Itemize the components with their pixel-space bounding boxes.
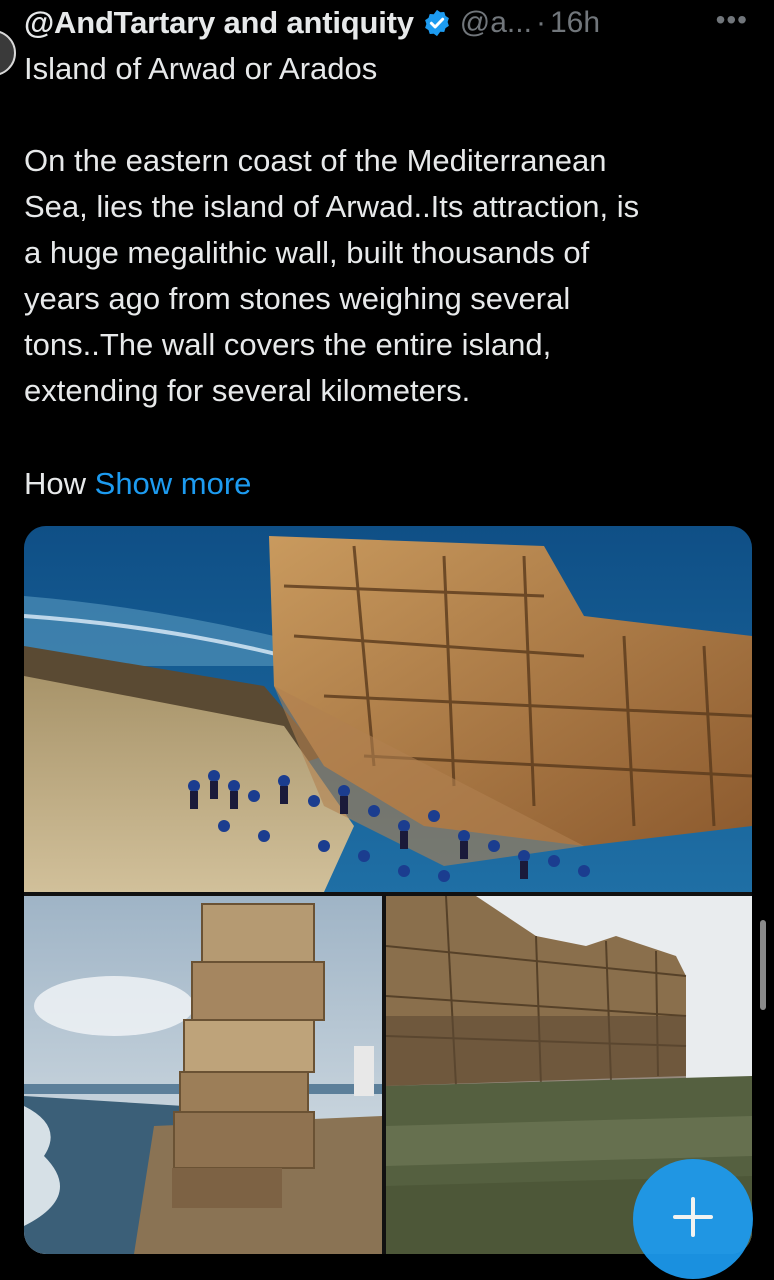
post-timestamp[interactable]: 16h bbox=[550, 6, 600, 40]
post-body-line: Sea, lies the island of Arwad..Its attra… bbox=[24, 189, 640, 224]
verified-badge-icon bbox=[422, 8, 452, 38]
post-body-line: tons..The wall covers the entire island, bbox=[24, 327, 552, 362]
compose-button[interactable] bbox=[633, 1159, 753, 1279]
truncated-word: How bbox=[24, 466, 95, 501]
post-title: Island of Arwad or Arados bbox=[24, 51, 378, 86]
photo-megalithic-wall-with-crowd[interactable] bbox=[24, 526, 752, 892]
header-separator: · bbox=[535, 6, 546, 39]
post-body-line: On the eastern coast of the Mediterranea… bbox=[24, 143, 607, 178]
author-name[interactable]: @AndTartary and antiquity bbox=[24, 5, 414, 41]
post-body-line: years ago from stones weighing several bbox=[24, 281, 571, 316]
show-more-link[interactable]: Show more bbox=[95, 466, 252, 501]
author-handle[interactable]: @a... bbox=[460, 6, 532, 40]
post-body-line: extending for several kilometers. bbox=[24, 373, 471, 408]
post-header: @AndTartary and antiquity @a... · 16h bbox=[24, 0, 762, 46]
post-body-truncated: How Show more bbox=[24, 461, 251, 507]
scrollbar[interactable] bbox=[760, 920, 766, 1010]
post-body-line: a huge megalithic wall, built thousands … bbox=[24, 235, 590, 270]
author-avatar[interactable] bbox=[0, 30, 16, 76]
plus-icon bbox=[671, 1195, 715, 1244]
media-grid bbox=[24, 526, 752, 1254]
photo-stacked-stone-pillar[interactable] bbox=[24, 896, 382, 1254]
more-dots-icon[interactable]: ••• bbox=[716, 6, 748, 34]
